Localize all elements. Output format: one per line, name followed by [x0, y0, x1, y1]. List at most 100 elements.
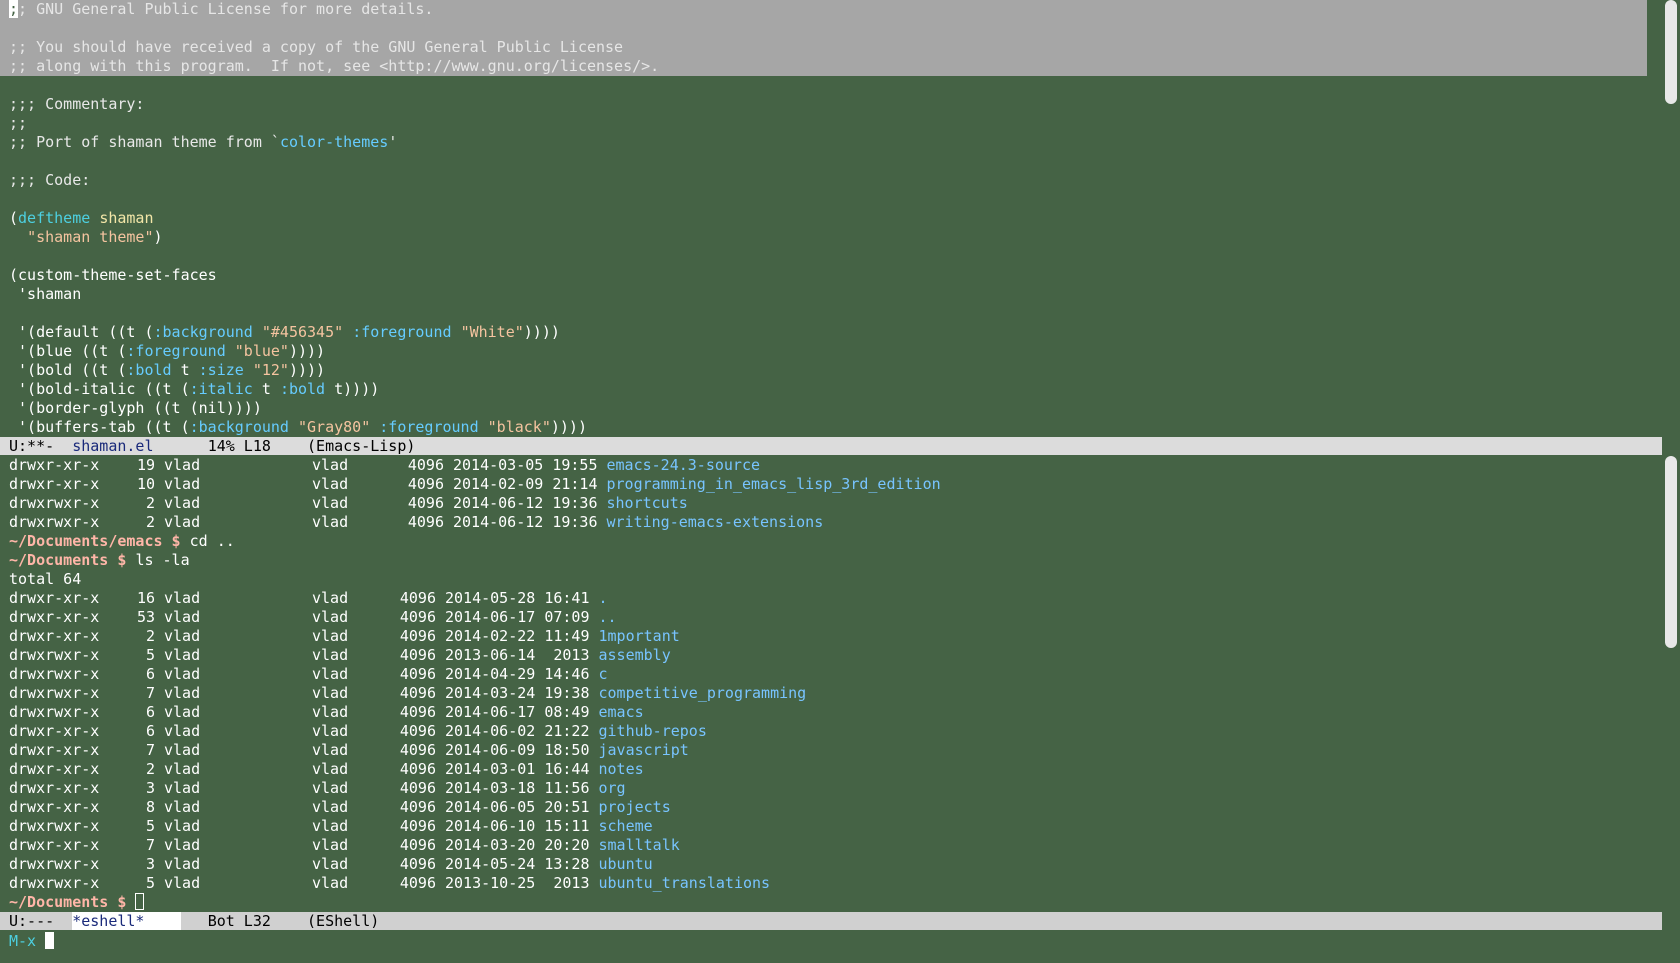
directory-name[interactable]: org — [599, 779, 626, 797]
directory-name[interactable]: c — [599, 665, 608, 683]
eshell-scrollbar-thumb[interactable] — [1665, 456, 1677, 648]
link-count: 7 — [145, 836, 155, 854]
selected-region[interactable]: ;; GNU General Public License for more d… — [0, 0, 1662, 76]
file-group: vlad — [312, 684, 349, 702]
directory-name[interactable]: emacs-24.3-source — [607, 456, 761, 474]
file-permissions: drwxrwxr-x — [9, 494, 100, 512]
face-definitions: '(default ((t (:background "#456345" :fo… — [0, 323, 1662, 437]
file-permissions: drwxrwxr-x — [9, 513, 100, 531]
modeline-position: Bot L32 — [207, 912, 271, 930]
file-permissions: drwxrwxr-x — [9, 684, 100, 702]
eshell-input-line[interactable]: ~/Documents $ — [0, 893, 1662, 912]
link-count: 5 — [145, 817, 155, 835]
listing-row: drwxrwxr-x 5 vlad vlad 4096 2014-06-10 15:11 s… — [0, 817, 1662, 836]
file-size: 4096 — [399, 874, 436, 892]
custom-theme-set-faces-line: (custom-theme-set-faces — [9, 266, 217, 284]
face-string: "black" — [487, 418, 551, 436]
theme-symbol-line: 'shaman — [9, 285, 82, 303]
editor-window[interactable]: ;; GNU General Public License for more d… — [0, 0, 1662, 437]
eshell-scrollbar[interactable] — [1662, 456, 1680, 912]
face-punct — [370, 418, 379, 436]
file-owner: vlad — [164, 760, 201, 778]
region-line[interactable] — [0, 19, 1647, 38]
region-line[interactable]: ;; You should have received a copy of th… — [0, 38, 1647, 57]
directory-name[interactable]: shortcuts — [607, 494, 688, 512]
file-date: 2014-06-12 19:36 — [453, 513, 598, 531]
file-permissions: drwxr-xr-x — [9, 475, 100, 493]
directory-name[interactable]: smalltalk — [599, 836, 680, 854]
listing-row: drwxr-xr-x 2 vlad vlad 4096 2014-02-22 11:49 1… — [0, 627, 1662, 646]
editor-scrollbar[interactable] — [1662, 0, 1680, 437]
deftheme-doc-line: "shaman theme") — [0, 228, 1662, 247]
link-count: 6 — [145, 722, 155, 740]
face-punct: t — [171, 361, 199, 379]
editor-scrollbar-thumb[interactable] — [1665, 0, 1677, 104]
file-permissions: drwxr-xr-x — [9, 722, 100, 740]
directory-name[interactable]: . — [599, 589, 608, 607]
directory-name[interactable]: scheme — [599, 817, 653, 835]
eshell-prompt: ~/Documents $ — [9, 551, 136, 569]
directory-name[interactable]: assembly — [599, 646, 671, 664]
face-prefix: '(default ((t ( — [9, 323, 154, 341]
region-text: ;; along with this program. If not, see … — [9, 57, 660, 75]
file-size: 4096 — [399, 608, 436, 626]
file-permissions: drwxrwxr-x — [9, 855, 100, 873]
directory-name[interactable]: javascript — [599, 741, 689, 759]
point-cursor: ; — [9, 0, 19, 18]
region-line[interactable]: ;; GNU General Public License for more d… — [0, 0, 1647, 19]
theme-docstring: "shaman theme" — [27, 228, 154, 246]
directory-name[interactable]: projects — [599, 798, 671, 816]
code-header: ;;; Code: — [9, 171, 91, 189]
file-group: vlad — [312, 646, 349, 664]
directory-name[interactable]: ubuntu — [599, 855, 653, 873]
modeline-status: U:**- — [9, 437, 55, 455]
listing-row: drwxr-xr-x 53 vlad vlad 4096 2014-06-17 07:09… — [0, 608, 1662, 627]
face-string: "#456345" — [261, 323, 344, 341]
directory-name[interactable]: github-repos — [599, 722, 707, 740]
region-line[interactable]: ;; along with this program. If not, see … — [0, 57, 1647, 76]
directory-name[interactable]: notes — [599, 760, 644, 778]
modeline-mode[interactable]: (Emacs-Lisp) — [307, 437, 415, 455]
directory-name[interactable]: competitive_programming — [599, 684, 807, 702]
modeline-bottom[interactable]: U:--- *eshell* Bot L32 (EShell) — [0, 912, 1662, 930]
directory-name[interactable]: .. — [599, 608, 617, 626]
file-group: vlad — [312, 760, 349, 778]
modeline-buffer-name[interactable]: *eshell* — [72, 912, 181, 930]
file-group: vlad — [312, 836, 349, 854]
directory-name[interactable]: programming_in_emacs_lisp_3rd_edition — [607, 475, 941, 493]
face-punct: t)))) — [325, 380, 380, 398]
file-permissions: drwxrwxr-x — [9, 817, 100, 835]
face-punct: t — [252, 380, 280, 398]
file-size: 4096 — [407, 494, 444, 512]
link-count: 5 — [145, 646, 155, 664]
minibuffer-line[interactable]: M-x — [0, 932, 1680, 951]
file-group: vlad — [312, 475, 349, 493]
file-group: vlad — [312, 456, 349, 474]
modeline-mode[interactable]: (EShell) — [307, 912, 379, 930]
face-definition-line: '(bold-italic ((t (:italic t :bold t)))) — [0, 380, 1662, 399]
comment-line: ;; — [9, 114, 28, 132]
file-group: vlad — [312, 722, 349, 740]
region-text: ; GNU General Public License for more de… — [18, 0, 434, 18]
face-keyword: :italic — [189, 380, 253, 398]
directory-name[interactable]: ubuntu_translations — [599, 874, 771, 892]
link-count: 53 — [136, 608, 155, 626]
eshell-command-cd: ~/Documents/emacs $ cd .. — [0, 532, 1662, 551]
minibuffer[interactable]: M-x — [0, 932, 1680, 963]
minibuffer-prompt: M-x — [9, 932, 37, 950]
modeline-status: U:--- — [9, 912, 55, 930]
directory-name[interactable]: emacs — [599, 703, 644, 721]
file-size: 4096 — [407, 456, 444, 474]
modeline-buffer-name[interactable]: shaman.el — [72, 437, 153, 455]
face-definition-line: '(border-glyph ((t (nil)))) — [0, 399, 1662, 418]
directory-name[interactable]: writing-emacs-extensions — [607, 513, 824, 531]
file-owner: vlad — [164, 798, 201, 816]
face-definition-line: '(blue ((t (:foreground "blue")))) — [0, 342, 1662, 361]
directory-name[interactable]: 1mportant — [599, 627, 680, 645]
file-permissions: drwxrwxr-x — [9, 646, 100, 664]
eshell-window[interactable]: drwxr-xr-x 19 vlad vlad 4096 2014-03-05 19:55… — [0, 456, 1662, 912]
listing-row: drwxr-xr-x 7 vlad vlad 4096 2014-03-20 20:20 s… — [0, 836, 1662, 855]
port-link[interactable]: color-themes — [280, 133, 388, 151]
modeline-top[interactable]: U:**- shaman.el 14% L18 (Emacs-Lisp) — [0, 437, 1662, 455]
listing-row: drwxrwxr-x 5 vlad vlad 4096 2013-10-25 2013 ub… — [0, 874, 1662, 893]
